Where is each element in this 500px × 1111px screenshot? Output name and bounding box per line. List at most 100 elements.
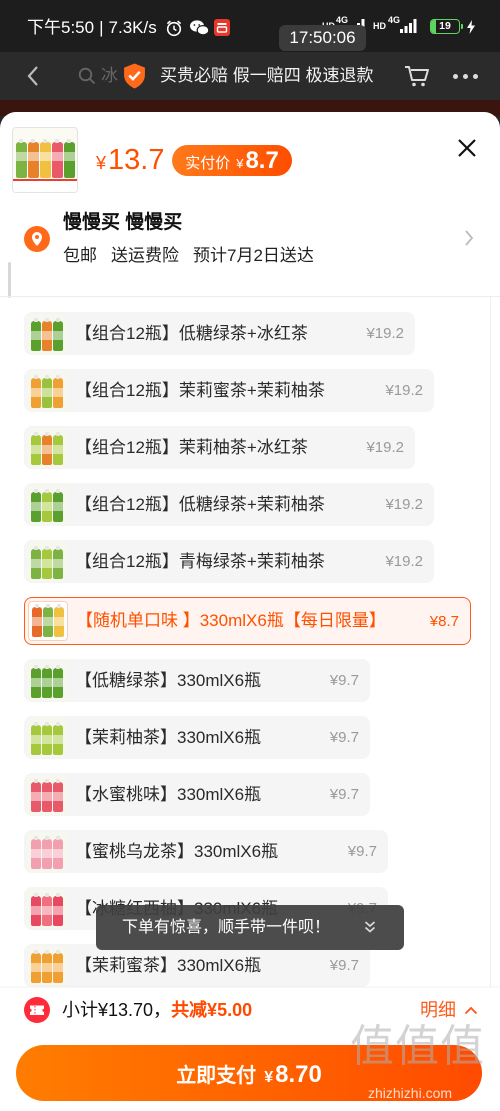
sku-option-price: ¥9.7 [329, 729, 359, 746]
shield-check-icon [122, 62, 147, 90]
bottle-graphic [53, 721, 63, 755]
sku-option-label: 【茉莉蜜茶】330mlX6瓶 [75, 955, 262, 975]
subtotal-text: 小计¥13.70， [62, 1000, 172, 1020]
bottle-graphic [31, 721, 41, 755]
sku-option-price: ¥9.7 [329, 957, 359, 974]
sku-option-label: 【低糖绿茶】330mlX6瓶 [75, 670, 262, 690]
search-text[interactable]: 冰 [101, 65, 118, 87]
sku-option[interactable]: 【组合12瓶】低糖绿茶+冰红茶 ¥19.2 [24, 312, 415, 355]
bottle-graphic [53, 545, 63, 579]
bottle-graphic [53, 835, 63, 869]
delivery-estimate: 预计7月2日送达 [193, 246, 314, 265]
sku-option[interactable]: 【低糖绿茶】330mlX6瓶 ¥9.7 [24, 659, 370, 702]
sku-option-label: 【组合12瓶】茉莉柚茶+冰红茶 [75, 437, 308, 457]
bottle-graphic [42, 892, 52, 926]
actual-price-badge: 实付价 ¥ 8.7 [172, 145, 292, 176]
sku-option-thumbnail [27, 541, 67, 582]
more-button[interactable] [453, 74, 478, 79]
sku-option-selected[interactable]: 【随机单口味 】330mlX6瓶【每日限量】 ¥8.7 [24, 597, 471, 645]
sku-option[interactable]: 【茉莉蜜茶】330mlX6瓶 ¥9.7 [24, 944, 370, 987]
battery-icon: 19 [430, 19, 460, 34]
actual-price-label: 实付价 [185, 155, 231, 172]
network-speed: 7.3K/s [108, 18, 157, 37]
top-nav-bar: 冰 买贵必赔 假一赔四 极速退款 [0, 52, 500, 102]
sku-option-label: 【茉莉柚茶】330mlX6瓶 [75, 727, 262, 747]
bottle-graphic [53, 664, 63, 698]
divider [0, 296, 500, 297]
sku-option-thumbnail [27, 945, 67, 986]
bottle-graphic [42, 778, 52, 812]
chevron-right-icon [464, 229, 474, 247]
sku-option-price: ¥19.2 [366, 439, 404, 456]
product-thumbnail[interactable] [12, 127, 78, 193]
sku-option-price: ¥19.2 [366, 325, 404, 342]
bottle-graphic [42, 664, 52, 698]
sku-option[interactable]: 【蜜桃乌龙茶】330mlX6瓶 ¥9.7 [24, 830, 388, 873]
sku-option-thumbnail [27, 484, 67, 525]
bottle-graphic [31, 545, 41, 579]
price-symbol: ¥ [96, 153, 107, 173]
bottle-graphic [31, 778, 41, 812]
status-separator: | [99, 18, 104, 37]
sku-option-thumbnail [27, 774, 67, 815]
price-detail-button[interactable]: 明细 [420, 998, 478, 1022]
sku-option-price: ¥19.2 [385, 382, 423, 399]
hd-label-2: HD [373, 21, 386, 31]
more-icon [473, 74, 478, 79]
detail-label: 明细 [420, 1000, 456, 1020]
scrollbar-track[interactable] [490, 297, 491, 987]
bottle-graphic [53, 317, 63, 351]
bottle-graphic [42, 949, 52, 983]
status-time: 下午5:50 [27, 18, 95, 37]
bottle-graphic [53, 431, 63, 465]
product-image-label-strip [13, 179, 77, 192]
bottle-graphic [39, 139, 51, 178]
chevrons-down-icon [364, 920, 376, 934]
sku-option[interactable]: 【茉莉柚茶】330mlX6瓶 ¥9.7 [24, 716, 370, 759]
close-button[interactable] [457, 138, 477, 158]
sku-option-thumbnail [27, 427, 67, 468]
bottle-graphic [31, 431, 41, 465]
back-button[interactable] [26, 65, 40, 87]
sku-option-thumbnail [28, 601, 68, 641]
sku-option-price: ¥9.7 [329, 672, 359, 689]
bottle-graphic [63, 139, 75, 178]
bottle-graphic [53, 778, 63, 812]
clock-overlay: 17:50:06 [279, 25, 366, 51]
sku-option-price: ¥9.7 [329, 786, 359, 803]
bottle-graphic [15, 139, 27, 178]
sku-option-thumbnail [27, 313, 67, 354]
toast-text: 下单有惊喜，顺手带一件呗！ [122, 919, 331, 936]
more-icon [463, 74, 468, 79]
network-type-2: 4G [388, 15, 401, 25]
bottle-graphic [31, 835, 41, 869]
pay-label: 立即支付 [176, 1065, 257, 1087]
signal-icon: 4G [388, 16, 418, 34]
sku-option[interactable]: 【组合12瓶】茉莉柚茶+冰红茶 ¥19.2 [24, 426, 415, 469]
sku-option[interactable]: 【水蜜桃味】330mlX6瓶 ¥9.7 [24, 773, 370, 816]
bottle-graphic [31, 374, 41, 408]
sku-option-price: ¥19.2 [385, 496, 423, 513]
sku-option-label: 【组合12瓶】青梅绿茶+茉莉柚茶 [75, 551, 325, 571]
charging-icon [467, 20, 475, 34]
bottle-graphic [42, 374, 52, 408]
status-bar: 下午5:50 | 7.3K/s HD 4G HD 4G 19 [0, 0, 500, 52]
bottle-graphic [42, 488, 52, 522]
sku-option[interactable]: 【组合12瓶】茉莉蜜茶+茉莉柚茶 ¥19.2 [24, 369, 434, 412]
cart-button[interactable] [404, 64, 430, 88]
sku-option-label: 【组合12瓶】低糖绿茶+茉莉柚茶 [75, 494, 325, 514]
sku-option[interactable]: 【组合12瓶】低糖绿茶+茉莉柚茶 ¥19.2 [24, 483, 434, 526]
bottle-graphic [42, 721, 52, 755]
product-image-bottles [13, 134, 77, 178]
watermark-site: zhizhizhi.com [368, 1085, 453, 1101]
upsell-toast[interactable]: 下单有惊喜，顺手带一件呗！ [96, 905, 404, 950]
sku-option-label: 【组合12瓶】低糖绿茶+冰红茶 [75, 323, 308, 343]
sku-option-price: ¥19.2 [385, 553, 423, 570]
pay-amount: 8.70 [275, 1061, 322, 1088]
bottle-graphic [53, 488, 63, 522]
sku-option-label: 【蜜桃乌龙茶】330mlX6瓶 [75, 841, 279, 861]
sku-option[interactable]: 【组合12瓶】青梅绿茶+茉莉柚茶 ¥19.2 [24, 540, 434, 583]
bottle-graphic [27, 139, 39, 178]
search-icon[interactable] [78, 67, 96, 85]
bottle-graphic [54, 604, 64, 637]
